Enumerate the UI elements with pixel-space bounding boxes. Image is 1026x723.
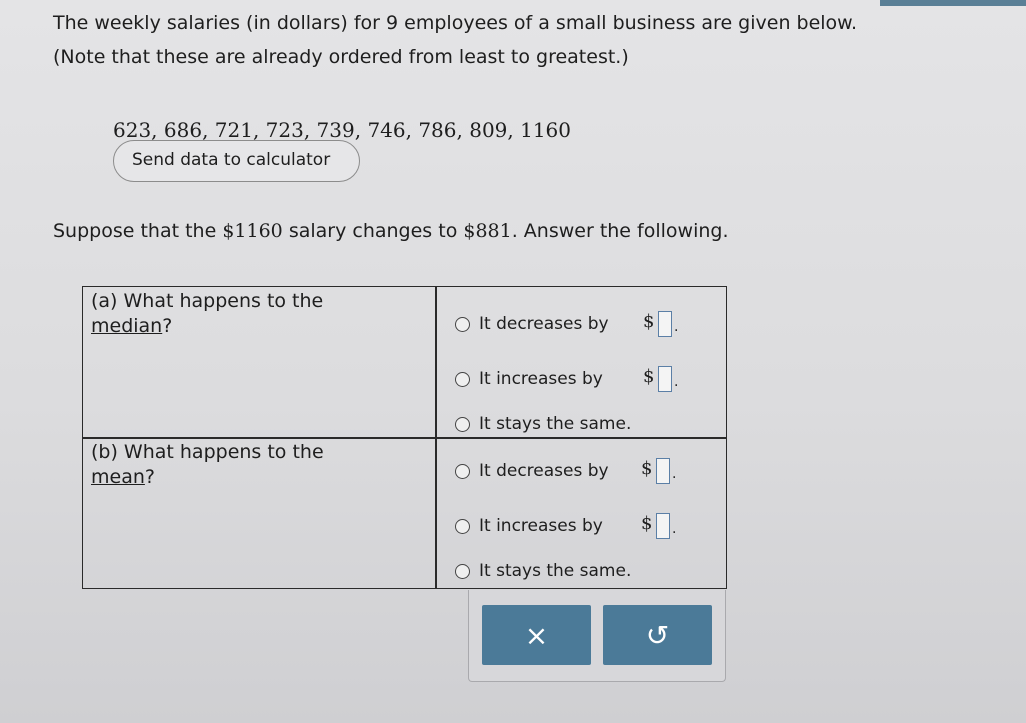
option-label: It stays the same.: [479, 561, 632, 581]
part-b-option-increase[interactable]: It increases by: [455, 514, 603, 538]
undo-icon: ↺: [645, 618, 670, 652]
change-statement: Suppose that the $1160 salary changes to…: [53, 220, 729, 242]
period: .: [672, 466, 677, 482]
part-a-decrease-amount-input[interactable]: [658, 311, 672, 337]
send-data-button[interactable]: Send data to calculator: [113, 140, 360, 182]
radio-icon[interactable]: [455, 371, 470, 387]
change-before: Suppose that the: [53, 220, 223, 242]
mean-term: mean: [91, 466, 145, 488]
question-table: (a) What happens to the median? It decre…: [82, 286, 727, 589]
change-middle: salary changes to: [282, 220, 464, 242]
part-a-option-decrease[interactable]: It decreases by: [455, 312, 609, 336]
median-term: median: [91, 315, 163, 337]
intro-line-2: (Note that these are already ordered fro…: [53, 46, 629, 68]
radio-icon[interactable]: [455, 316, 470, 332]
clear-button[interactable]: ×: [482, 605, 591, 665]
radio-icon[interactable]: [455, 563, 470, 579]
top-accent-bar: [880, 0, 1026, 6]
period: .: [674, 374, 679, 390]
part-a-option-increase[interactable]: It increases by: [455, 367, 603, 391]
dollar-sign: $: [641, 513, 653, 534]
part-b-prefix: (b) What happens to the: [91, 441, 324, 463]
table-divider-horizontal: [83, 437, 726, 439]
radio-icon[interactable]: [455, 416, 470, 432]
part-a-label: (a) What happens to the median?: [91, 289, 323, 339]
dollar-sign: $: [643, 366, 655, 387]
option-label: It decreases by: [479, 461, 609, 481]
part-a-prefix: (a) What happens to the: [91, 290, 324, 312]
part-b-option-same[interactable]: It stays the same.: [455, 559, 631, 583]
part-b-suffix: ?: [144, 466, 155, 488]
period: .: [674, 319, 679, 335]
dollar-sign: $: [643, 311, 655, 332]
data-values: 623, 686, 721, 723, 739, 746, 786, 809, …: [113, 118, 572, 142]
period: .: [672, 521, 677, 537]
close-icon: ×: [524, 618, 549, 652]
undo-button[interactable]: ↺: [603, 605, 712, 665]
part-b-label: (b) What happens to the mean?: [91, 440, 324, 490]
part-a-increase-amount-input[interactable]: [658, 366, 672, 392]
change-after: . Answer the following.: [511, 220, 729, 242]
radio-icon[interactable]: [455, 518, 470, 534]
new-amount: $881: [463, 220, 512, 242]
part-b-increase-amount-input[interactable]: [656, 513, 670, 539]
option-label: It increases by: [479, 369, 603, 389]
radio-icon[interactable]: [455, 463, 470, 479]
option-label: It decreases by: [479, 314, 609, 334]
part-b-option-decrease[interactable]: It decreases by: [455, 459, 609, 483]
part-a-option-same[interactable]: It stays the same.: [455, 412, 631, 436]
option-label: It stays the same.: [479, 414, 632, 434]
part-b-decrease-amount-input[interactable]: [656, 458, 670, 484]
option-label: It increases by: [479, 516, 603, 536]
dollar-sign: $: [641, 458, 653, 479]
part-a-suffix: ?: [162, 315, 173, 337]
intro-line-1: The weekly salaries (in dollars) for 9 e…: [53, 12, 858, 34]
old-amount: $1160: [222, 220, 283, 242]
